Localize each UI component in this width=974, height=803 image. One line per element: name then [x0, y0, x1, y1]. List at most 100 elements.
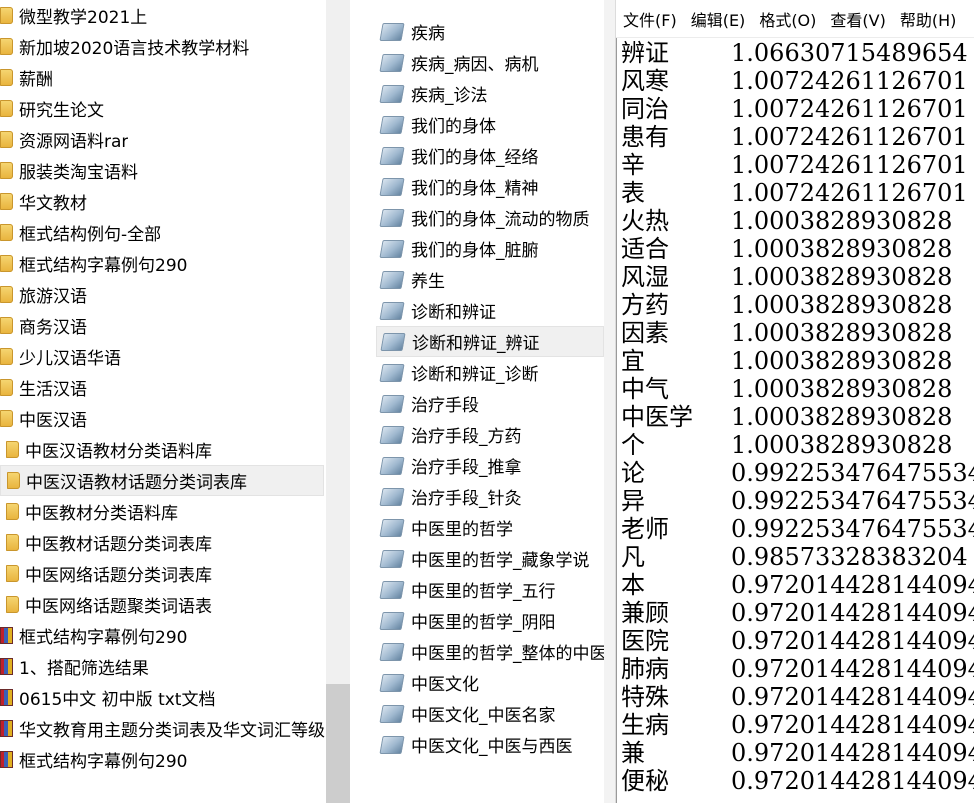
- tree-item[interactable]: 少儿汉语华语: [0, 341, 326, 372]
- file-item[interactable]: 中医文化_中医名家: [376, 698, 604, 729]
- tree-item-label: 研究生论文: [19, 101, 104, 121]
- tree-item[interactable]: 框式结构字幕例句290: [0, 248, 326, 279]
- tree-item[interactable]: 商务汉语: [0, 310, 326, 341]
- line-word: 风寒: [621, 67, 669, 95]
- file-item[interactable]: 疾病: [376, 16, 604, 47]
- file-item[interactable]: 诊断和辨证_辨证: [376, 326, 604, 357]
- tree-item[interactable]: 1、搭配筛选结果: [0, 651, 326, 682]
- tree-item[interactable]: 旅游汉语: [0, 279, 326, 310]
- file-item[interactable]: 疾病_诊法: [376, 78, 604, 109]
- tree-item[interactable]: 生活汉语: [0, 372, 326, 403]
- archive-icon: [0, 751, 13, 768]
- file-item[interactable]: 我们的身体_流动的物质: [376, 202, 604, 233]
- tree-item-label: 框式结构字幕例句290: [19, 256, 188, 276]
- folder-icon: [0, 379, 13, 396]
- tree-item[interactable]: 中医汉语教材话题分类词表库: [0, 465, 324, 496]
- tree-item[interactable]: 0615中文 初中版 txt文档: [0, 682, 326, 713]
- tree-item[interactable]: 中医教材话题分类词表库: [0, 527, 326, 558]
- file-item-label: 疾病: [411, 24, 445, 44]
- tree-item[interactable]: 中医教材分类语料库: [0, 496, 326, 527]
- notepad-file-icon: [380, 332, 406, 351]
- file-item[interactable]: 中医里的哲学_整体的中医: [376, 636, 604, 667]
- tree-item[interactable]: 微型教学2021上: [0, 0, 326, 31]
- folder-icon: [6, 534, 19, 551]
- menu-item[interactable]: 查看(V): [823, 7, 892, 31]
- file-list-pane: 疾病 疾病_病因、病机 疾病_诊法 我们的身体 我们的身体_经络 我们的身体_精神 我们的身…: [350, 0, 604, 803]
- tree-item[interactable]: 华文教材: [0, 186, 326, 217]
- line-word: 肺病: [621, 655, 669, 683]
- tree-item[interactable]: 中医汉语: [0, 403, 326, 434]
- tree-item[interactable]: 框式结构字幕例句290: [0, 744, 326, 775]
- line-value: 0.972014428144094: [731, 599, 974, 627]
- file-item[interactable]: 治疗手段_针灸: [376, 481, 604, 512]
- line-word: 适合: [621, 235, 669, 263]
- archive-icon: [0, 658, 13, 675]
- tree-item-label: 薪酬: [19, 70, 53, 90]
- line-word: 便秘: [621, 767, 669, 795]
- text-line: 因素 1.0003828930828: [621, 319, 952, 347]
- notepad-file-icon: [379, 115, 405, 134]
- line-value: 1.0003828930828: [731, 403, 953, 431]
- notepad-file-icon: [379, 363, 405, 382]
- tree-item[interactable]: 中医网络话题分类词表库: [0, 558, 326, 589]
- tree-item-label: 1、搭配筛选结果: [19, 659, 149, 679]
- tree-item[interactable]: 服装类淘宝语料: [0, 155, 326, 186]
- file-item[interactable]: 治疗手段_方药: [376, 419, 604, 450]
- file-item[interactable]: 中医里的哲学_五行: [376, 574, 604, 605]
- file-item[interactable]: 我们的身体_脏腑: [376, 233, 604, 264]
- tree-item[interactable]: 中医汉语教材分类语料库: [0, 434, 326, 465]
- text-line: 宜 1.0003828930828: [621, 347, 952, 375]
- file-item[interactable]: 我们的身体: [376, 109, 604, 140]
- file-item[interactable]: 中医里的哲学_藏象学说: [376, 543, 604, 574]
- file-item[interactable]: 中医里的哲学: [376, 512, 604, 543]
- archive-icon: [0, 720, 13, 737]
- tree-item[interactable]: 研究生论文: [0, 93, 326, 124]
- text-line: 辛 1.00724261126701: [621, 151, 968, 179]
- folder-icon: [0, 348, 13, 365]
- pane-divider[interactable]: [604, 0, 616, 803]
- text-line: 本 0.972014428144094: [621, 571, 974, 599]
- text-line: 老师 0.992253476475534: [621, 515, 974, 543]
- tree-scrollbar[interactable]: [326, 0, 350, 803]
- tree-item[interactable]: 新加坡2020语言技术教学材料: [0, 31, 326, 62]
- tree-item[interactable]: 资源网语料rar: [0, 124, 326, 155]
- line-value: 1.0003828930828: [731, 235, 953, 263]
- text-line: 辨证 1.06630715489654: [621, 39, 968, 67]
- file-item-label: 我们的身体_经络: [411, 148, 539, 168]
- file-item[interactable]: 治疗手段: [376, 388, 604, 419]
- menu-item[interactable]: 编辑(E): [684, 7, 753, 31]
- file-item[interactable]: 中医里的哲学_阴阳: [376, 605, 604, 636]
- file-item[interactable]: 我们的身体_经络: [376, 140, 604, 171]
- tree-item[interactable]: 华文教育用主题分类词表及华文词汇等级: [0, 713, 326, 744]
- file-item[interactable]: 诊断和辨证: [376, 295, 604, 326]
- tree-item-label: 框式结构例句-全部: [19, 225, 162, 245]
- file-item[interactable]: 中医文化: [376, 667, 604, 698]
- file-item[interactable]: 养生: [376, 264, 604, 295]
- menu-item[interactable]: 帮助(H): [893, 7, 964, 31]
- file-item[interactable]: 我们的身体_精神: [376, 171, 604, 202]
- file-item[interactable]: 诊断和辨证_诊断: [376, 357, 604, 388]
- tree-item[interactable]: 框式结构例句-全部: [0, 217, 326, 248]
- tree-item[interactable]: 框式结构字幕例句290: [0, 620, 326, 651]
- file-item[interactable]: 中医文化_中医与西医: [376, 729, 604, 760]
- menu-item[interactable]: 格式(O): [752, 7, 823, 31]
- folder-icon: [0, 131, 13, 148]
- tree-item-label: 中医网络话题分类词表库: [25, 566, 212, 586]
- tree-item[interactable]: 薪酬: [0, 62, 326, 93]
- file-item[interactable]: 疾病_病因、病机: [376, 47, 604, 78]
- notepad-file-icon: [379, 673, 405, 692]
- line-value: 1.0003828930828: [731, 291, 953, 319]
- line-value: 1.0003828930828: [731, 263, 953, 291]
- tree-item[interactable]: 中医网络话题聚类词语表: [0, 589, 326, 620]
- tree-scrollbar-thumb[interactable]: [326, 684, 350, 803]
- menu-item[interactable]: 文件(F): [616, 7, 684, 31]
- file-item[interactable]: 治疗手段_推拿: [376, 450, 604, 481]
- file-item-label: 疾病_病因、病机: [411, 55, 539, 75]
- folder-icon: [0, 162, 13, 179]
- folder-icon: [0, 7, 13, 24]
- tree-item-label: 中医汉语教材分类语料库: [25, 442, 212, 462]
- file-item-label: 我们的身体_流动的物质: [411, 210, 590, 230]
- line-value: 1.00724261126701: [731, 67, 968, 95]
- line-word: 患有: [621, 123, 669, 151]
- notepad-text-area[interactable]: 辨证 1.06630715489654 风寒 1.00724261126701 同治 1.…: [616, 38, 974, 803]
